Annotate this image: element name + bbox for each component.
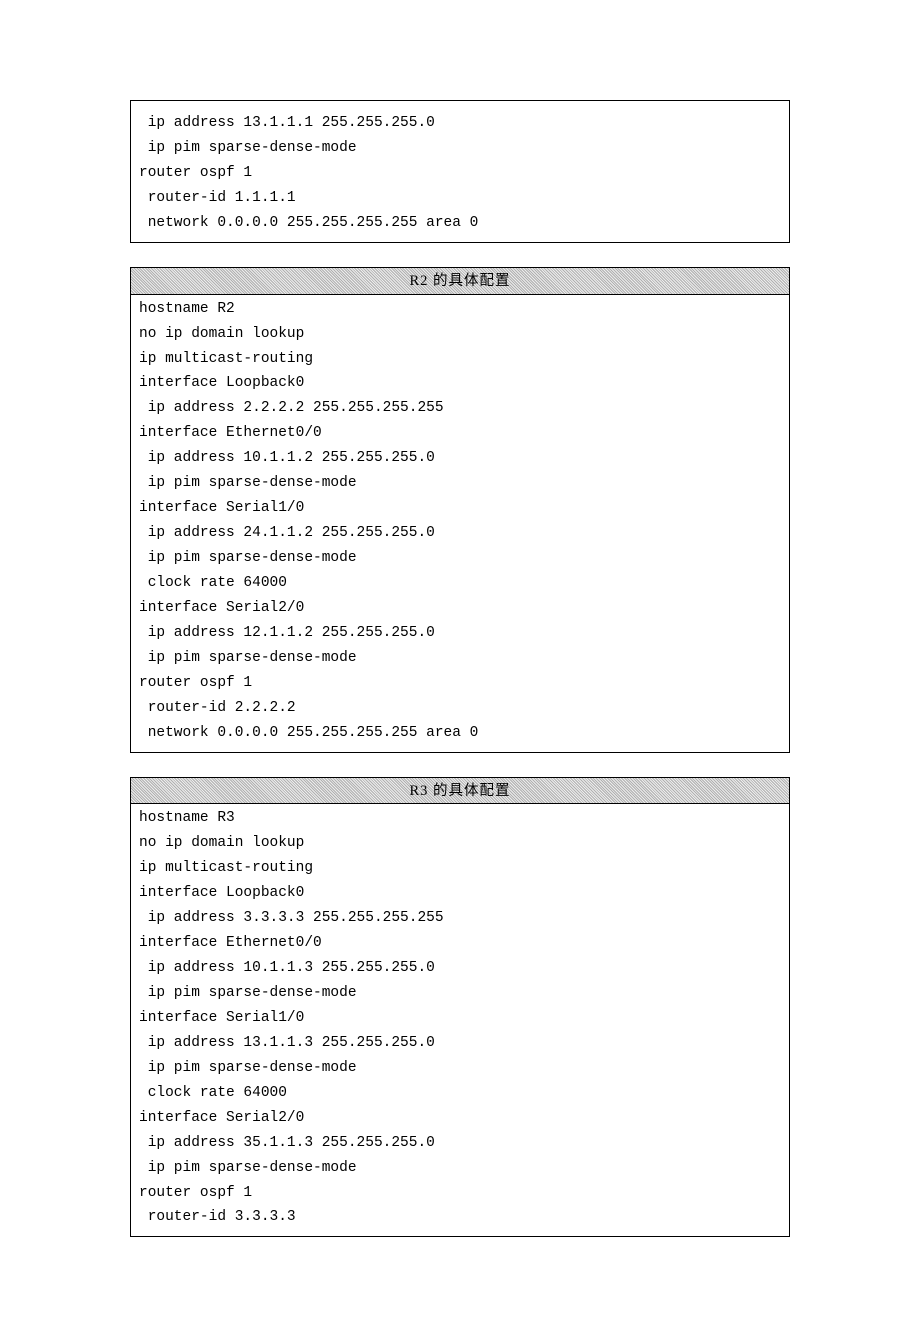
- config-body-r1: ip address 13.1.1.1 255.255.255.0 ip pim…: [131, 101, 789, 242]
- config-header-r3: R3 的具体配置: [131, 778, 789, 805]
- config-block-r3: R3 的具体配置 hostname R3 no ip domain lookup…: [130, 777, 790, 1238]
- config-header-r2: R2 的具体配置: [131, 268, 789, 295]
- config-body-r2: hostname R2 no ip domain lookup ip multi…: [131, 295, 789, 752]
- config-body-r3: hostname R3 no ip domain lookup ip multi…: [131, 804, 789, 1236]
- config-block-r2: R2 的具体配置 hostname R2 no ip domain lookup…: [130, 267, 790, 753]
- document-page: ip address 13.1.1.1 255.255.255.0 ip pim…: [0, 0, 920, 1321]
- config-block-r1-continued: ip address 13.1.1.1 255.255.255.0 ip pim…: [130, 100, 790, 243]
